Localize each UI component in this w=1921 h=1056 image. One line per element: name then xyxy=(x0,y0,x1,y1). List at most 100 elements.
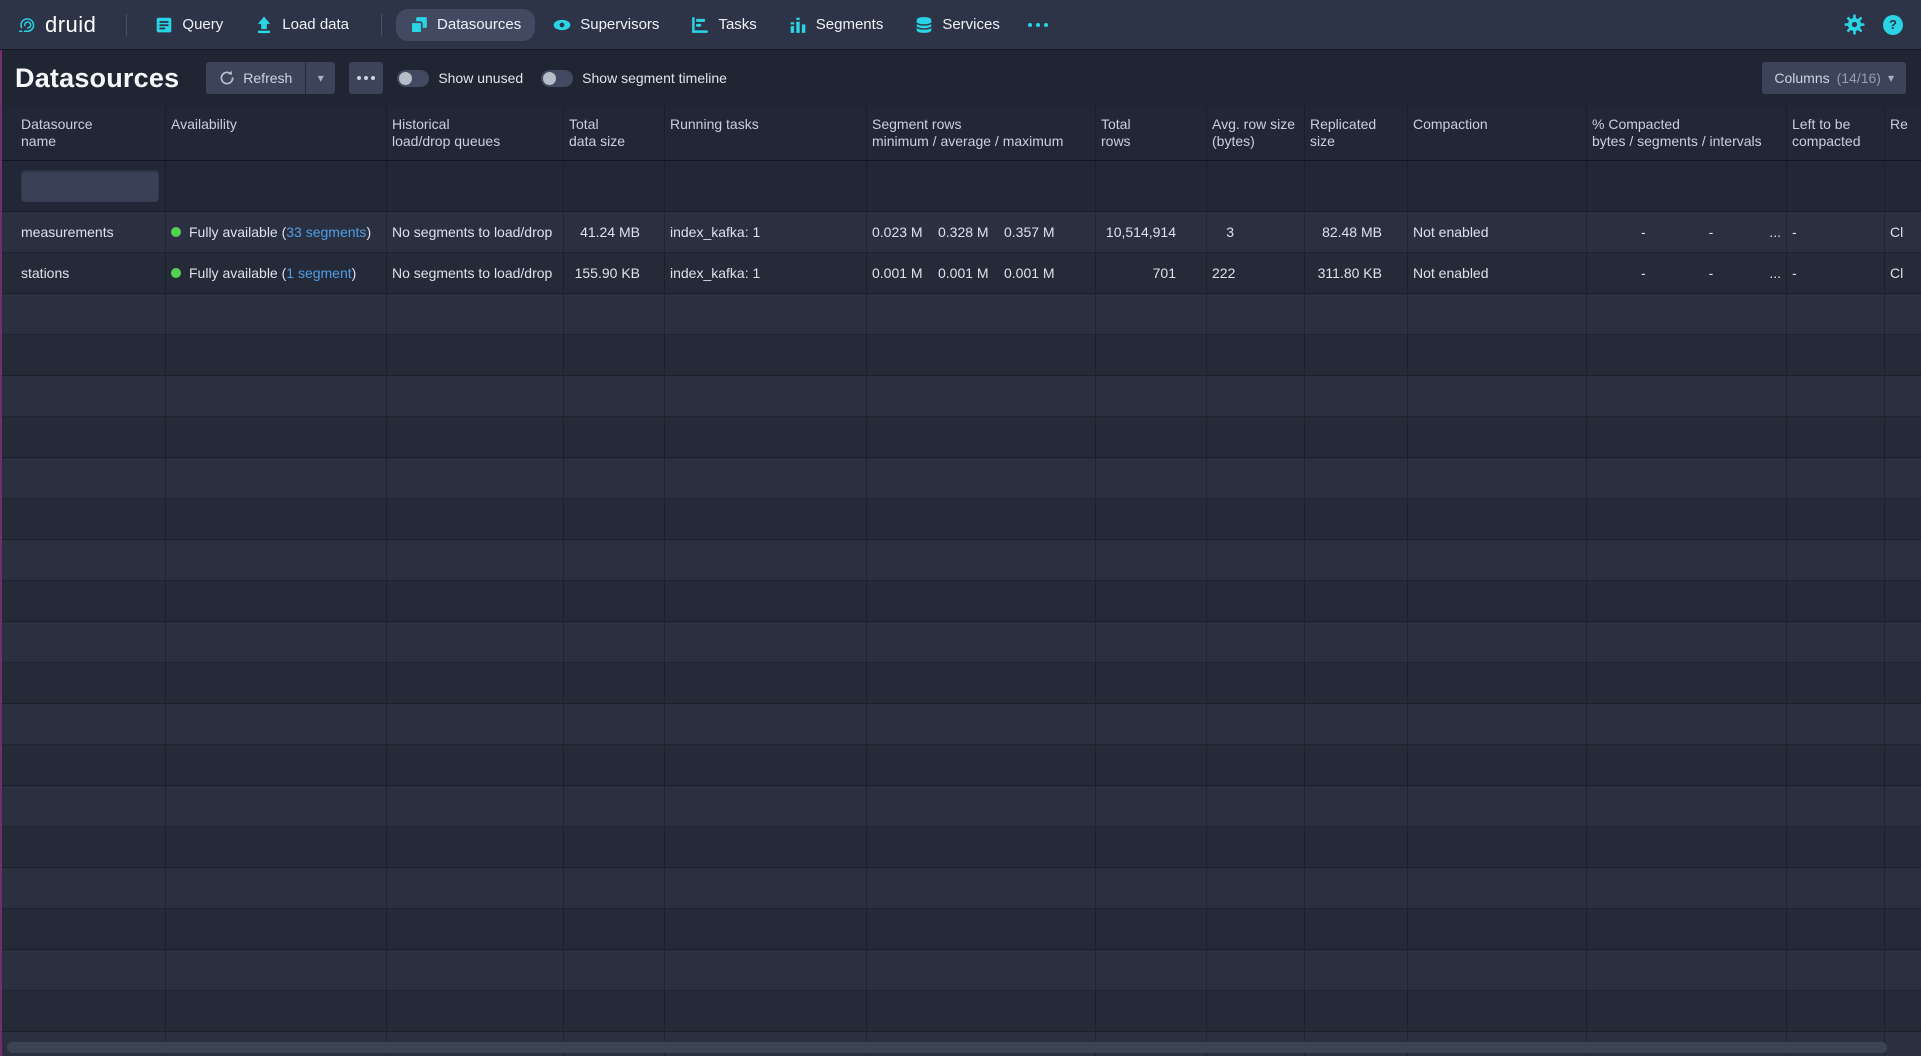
filter-cell-total xyxy=(564,161,665,211)
empty-cell xyxy=(1408,335,1587,375)
empty-cell xyxy=(0,376,166,416)
empty-cell xyxy=(564,868,665,908)
filter-row xyxy=(0,161,1921,212)
empty-row xyxy=(0,499,1921,540)
empty-cell xyxy=(1408,827,1587,867)
empty-cell xyxy=(1305,909,1408,949)
empty-cell xyxy=(665,294,867,334)
numeric-value: - xyxy=(1660,265,1714,281)
empty-cell xyxy=(665,376,867,416)
empty-cell xyxy=(1408,417,1587,457)
cell-compacted: --... xyxy=(1587,253,1787,293)
column-header-total[interactable]: Totalrows xyxy=(1096,106,1207,160)
nav-more-menu[interactable] xyxy=(1018,15,1058,35)
column-header-historical[interactable]: Historicalload/drop queues xyxy=(387,106,564,160)
segments-link[interactable]: 33 segments xyxy=(286,224,366,240)
more-actions-button[interactable] xyxy=(349,62,383,94)
column-header-availability[interactable]: Availability xyxy=(166,106,387,160)
page-title: Datasources xyxy=(15,63,179,94)
nav-item-query[interactable]: Query xyxy=(141,9,237,41)
empty-cell xyxy=(1305,499,1408,539)
segments-link[interactable]: 1 segment xyxy=(286,265,351,281)
filter-cell-avg-row-size xyxy=(1207,161,1305,211)
column-header-replicated[interactable]: Replicatedsize xyxy=(1305,106,1408,160)
empty-cell xyxy=(1207,417,1305,457)
nav-item-tasks[interactable]: Tasks xyxy=(677,9,770,41)
empty-cell xyxy=(1207,581,1305,621)
nav-item-services[interactable]: Services xyxy=(901,9,1014,41)
empty-cell xyxy=(665,663,867,703)
column-header-running-tasks[interactable]: Running tasks xyxy=(665,106,867,160)
empty-cell xyxy=(1305,417,1408,457)
empty-cell xyxy=(1305,581,1408,621)
empty-cell xyxy=(166,294,387,334)
empty-cell xyxy=(1207,335,1305,375)
empty-row xyxy=(0,417,1921,458)
column-header-compaction[interactable]: Compaction xyxy=(1408,106,1587,160)
empty-cell xyxy=(564,991,665,1031)
left-edge-artifact xyxy=(0,50,2,1056)
columns-button[interactable]: Columns (14/16) ▾ xyxy=(1762,62,1906,94)
empty-cell xyxy=(1885,950,1921,990)
empty-row xyxy=(0,745,1921,786)
empty-cell xyxy=(1096,540,1207,580)
nav-item-datasources[interactable]: Datasources xyxy=(396,9,535,41)
database-icon xyxy=(915,16,933,34)
cell-left-to-be: - xyxy=(1787,253,1885,293)
query-icon xyxy=(155,16,173,34)
gear-icon[interactable] xyxy=(1844,14,1865,35)
empty-cell xyxy=(1096,294,1207,334)
empty-row xyxy=(0,335,1921,376)
empty-row xyxy=(0,909,1921,950)
empty-cell xyxy=(387,376,564,416)
nav-divider xyxy=(126,14,127,36)
show-unused-toggle[interactable] xyxy=(397,70,429,87)
empty-cell xyxy=(166,622,387,662)
filter-cell-datasource xyxy=(0,161,166,211)
horizontal-scrollbar-thumb[interactable] xyxy=(7,1042,1887,1053)
column-header-total[interactable]: Totaldata size xyxy=(564,106,665,160)
nav-item-supervisors[interactable]: Supervisors xyxy=(539,9,673,41)
column-header-segment-rows[interactable]: Segment rowsminimum / average / maximum xyxy=(867,106,1096,160)
empty-cell xyxy=(1207,704,1305,744)
druid-logo[interactable]: druid xyxy=(18,12,96,38)
empty-cell xyxy=(1885,704,1921,744)
refresh-dropdown-button[interactable]: ▾ xyxy=(305,62,335,94)
empty-cell xyxy=(166,745,387,785)
empty-cell xyxy=(867,868,1096,908)
empty-cell xyxy=(1207,499,1305,539)
nav-divider xyxy=(381,14,382,36)
empty-cell xyxy=(1096,868,1207,908)
cell-total: 10,514,914 xyxy=(1096,212,1207,252)
empty-cell xyxy=(1305,991,1408,1031)
help-icon[interactable]: ? xyxy=(1883,15,1903,35)
empty-cell xyxy=(166,663,387,703)
show-segment-timeline-toggle[interactable] xyxy=(541,70,573,87)
empty-cell xyxy=(867,622,1096,662)
empty-cell xyxy=(1305,335,1408,375)
cell-total: 41.24 MB xyxy=(564,212,665,252)
empty-row xyxy=(0,663,1921,704)
filter-cell-segment-rows xyxy=(867,161,1096,211)
refresh-button[interactable]: Refresh xyxy=(206,62,305,94)
column-header-re[interactable]: Re xyxy=(1885,106,1921,160)
empty-cell xyxy=(0,991,166,1031)
numeric-value: 0.001 M xyxy=(1004,265,1052,281)
empty-cell xyxy=(1787,663,1885,703)
nav-item-segments[interactable]: Segments xyxy=(775,9,898,41)
empty-row xyxy=(0,458,1921,499)
column-header-datasource[interactable]: Datasourcename xyxy=(0,106,166,160)
show-unused-label: Show unused xyxy=(438,70,523,86)
empty-cell xyxy=(867,540,1096,580)
empty-cell xyxy=(387,868,564,908)
column-header-left-to-be[interactable]: Left to becompacted xyxy=(1787,106,1885,160)
empty-cell xyxy=(1587,622,1787,662)
empty-cell xyxy=(665,745,867,785)
empty-cell xyxy=(564,540,665,580)
column-header-avg-row-size[interactable]: Avg. row size(bytes) xyxy=(1207,106,1305,160)
empty-cell xyxy=(1885,499,1921,539)
nav-item-load-data[interactable]: Load data xyxy=(241,9,363,41)
column-header-compacted[interactable]: % Compactedbytes / segments / intervals xyxy=(1587,106,1787,160)
empty-cell xyxy=(166,827,387,867)
datasource-filter-input[interactable] xyxy=(21,170,159,202)
